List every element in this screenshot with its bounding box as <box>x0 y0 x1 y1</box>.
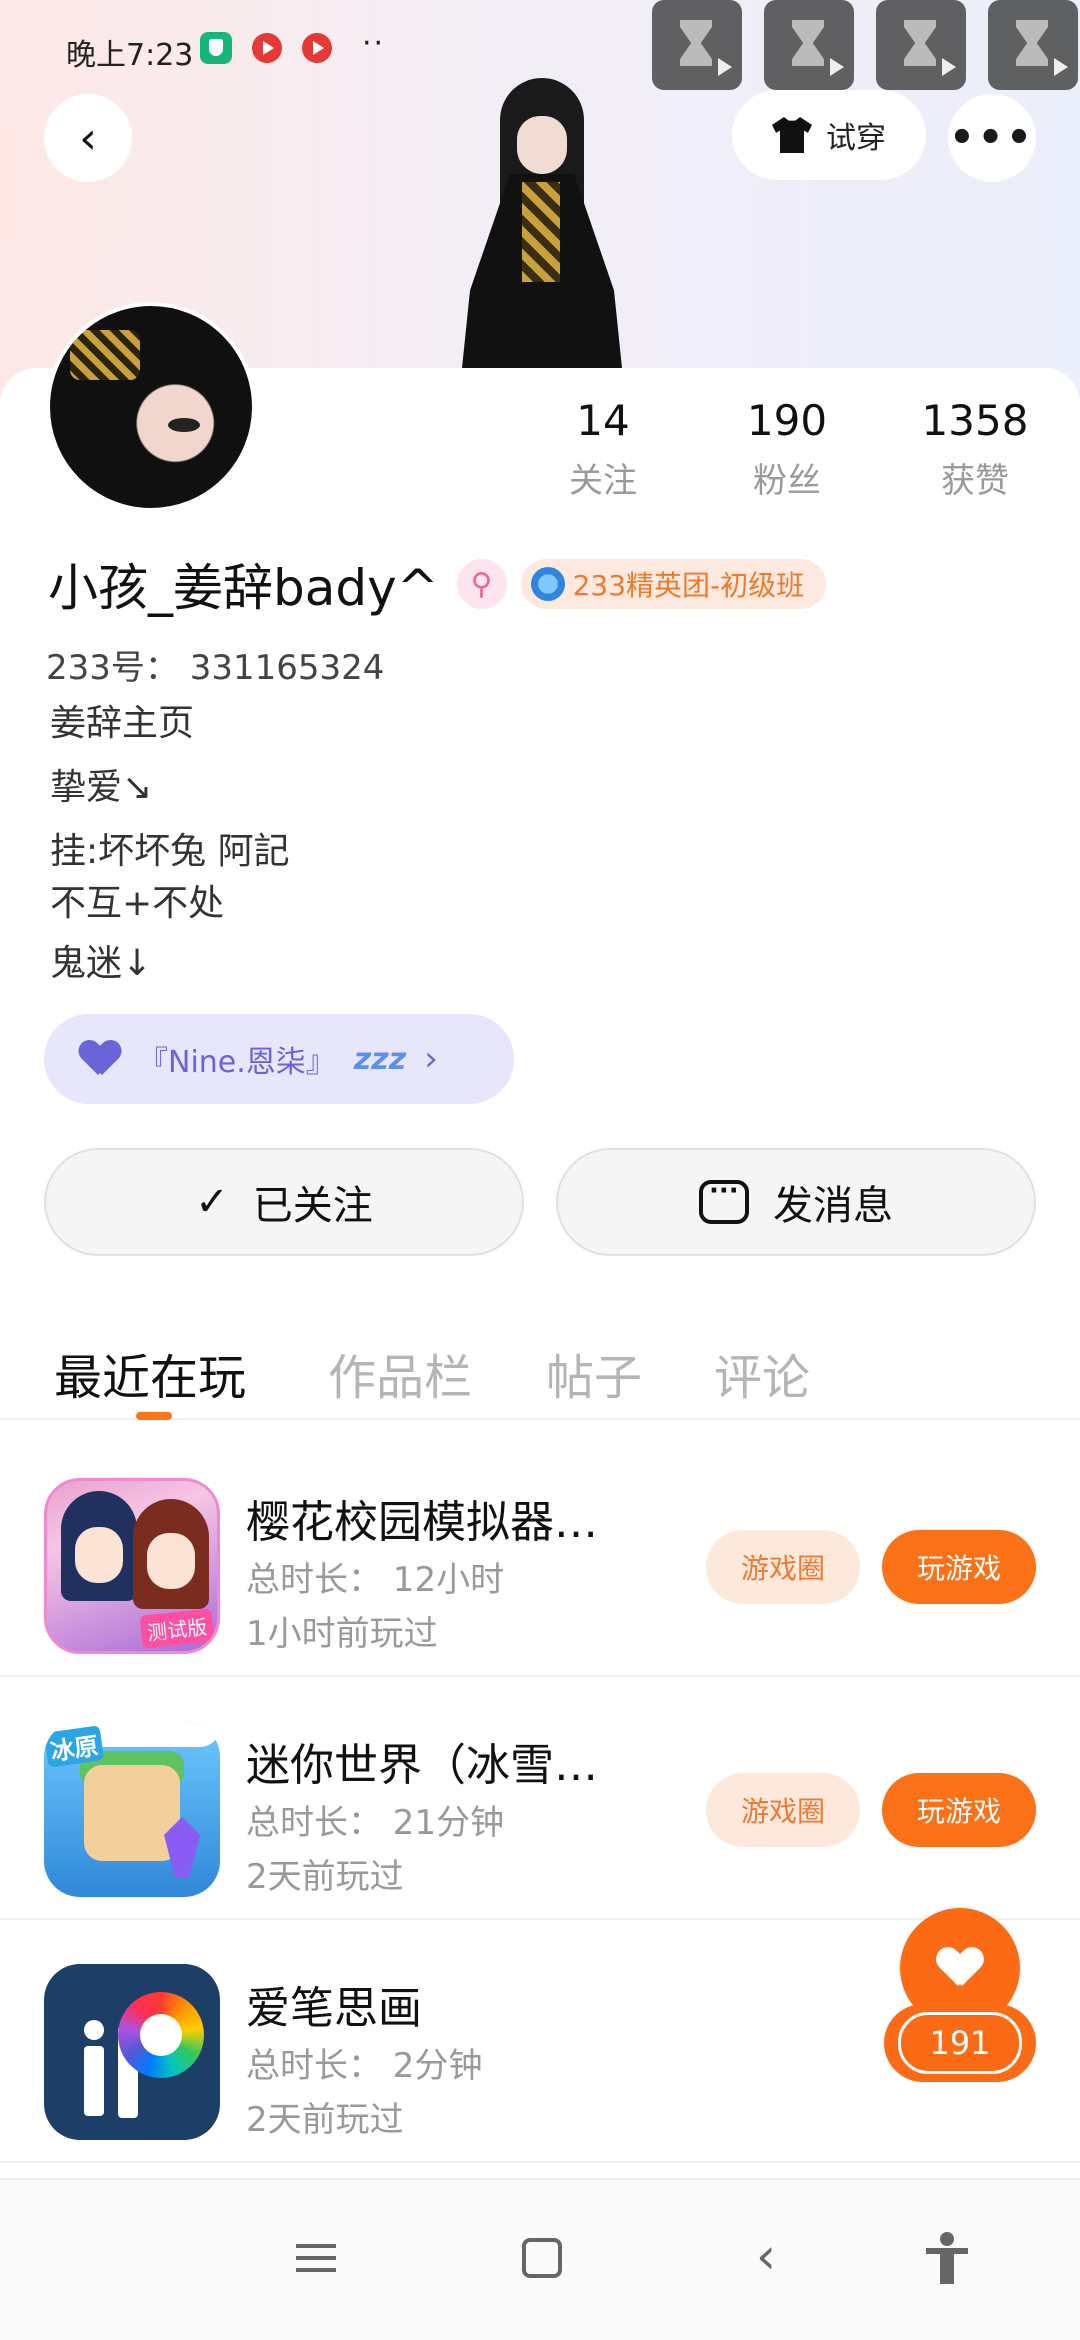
heart-icon <box>938 1948 982 1988</box>
tab-recently-played[interactable]: 最近在玩 <box>54 1338 246 1408</box>
like-count: 191 <box>898 2012 1022 2074</box>
badge-icon <box>530 567 565 601</box>
security-shield-icon <box>200 32 232 64</box>
followed-label: 已关注 <box>252 1183 373 1229</box>
system-navigation-bar: ‹ <box>0 2178 1080 2340</box>
stat-value: 14 <box>576 396 630 445</box>
stat-fans[interactable]: 190 粉丝 <box>712 396 862 502</box>
stat-likes[interactable]: 1358 获赞 <box>900 396 1050 502</box>
chat-bubble-icon <box>699 1176 749 1224</box>
accessibility-icon[interactable] <box>918 2228 978 2288</box>
video-app-icon <box>302 33 332 63</box>
bio-line: 挚爱↘ <box>50 767 153 808</box>
timer-icon[interactable] <box>876 0 966 90</box>
stat-value: 190 <box>746 396 828 445</box>
game-last-played: 2天前玩过 <box>246 1857 404 1897</box>
team-badge[interactable]: 233精英团-初级班 <box>520 559 827 609</box>
active-tab-indicator <box>136 1412 172 1420</box>
list-item[interactable]: 测试版 樱花校园模拟器… 总时长： 12小时 1小时前玩过 游戏圈 玩游戏 <box>0 1434 1080 1677</box>
home-square-icon[interactable] <box>512 2228 572 2288</box>
send-message-label: 发消息 <box>773 1183 893 1229</box>
profile-tabs: 最近在玩 作品栏 帖子 评论 <box>0 1320 1080 1420</box>
sleep-zzz-icon: zᴢᴢ <box>353 1041 407 1077</box>
stat-label: 关注 <box>569 461 637 501</box>
recent-apps-menu-icon[interactable] <box>286 2228 346 2288</box>
sakura-school-icon: 测试版 <box>44 1478 220 1654</box>
stat-label: 粉丝 <box>753 461 821 501</box>
stat-label: 获赞 <box>941 461 1009 501</box>
list-item[interactable]: 冰原 迷你世界（冰雪… 总时长： 21分钟 2天前玩过 游戏圈 玩游戏 <box>0 1677 1080 1920</box>
tab-works[interactable]: 作品栏 <box>328 1338 472 1408</box>
stat-value: 1358 <box>921 396 1029 445</box>
user-id: 233号： 331165324 <box>46 648 385 688</box>
more-notifications-icon: ·· <box>362 26 386 61</box>
try-on-button[interactable]: 试穿 <box>732 90 926 180</box>
back-button[interactable]: ‹ <box>44 94 132 182</box>
chevron-right-icon: › <box>424 1039 438 1079</box>
game-duration: 总时长： 12小时 <box>246 1560 505 1600</box>
bio-line: 姜辞主页 <box>50 703 195 744</box>
video-app-icon <box>252 33 282 63</box>
chevron-left-icon: ‹ <box>79 112 97 164</box>
followed-button[interactable]: ✓ 已关注 <box>44 1148 524 1256</box>
linked-user-label: 『Nine.恩柒』 <box>138 1045 336 1080</box>
ibis-paint-icon <box>44 1964 220 2140</box>
avatar[interactable] <box>46 302 256 512</box>
mini-world-icon: 冰原 <box>44 1721 220 1897</box>
more-dots-icon: ••• <box>949 115 1035 161</box>
play-game-button[interactable]: 玩游戏 <box>882 1530 1036 1604</box>
check-icon: ✓ <box>195 1179 229 1225</box>
more-options-button[interactable]: ••• <box>948 94 1036 182</box>
bio-line: 挂:坏坏兔 阿記 <box>50 831 290 872</box>
game-title: 樱花校园模拟器… <box>246 1497 598 1548</box>
tab-comments[interactable]: 评论 <box>714 1338 810 1408</box>
game-title: 迷你世界（冰雪… <box>246 1740 598 1791</box>
avatar-character-figure[interactable] <box>440 78 640 368</box>
timer-icon[interactable] <box>988 0 1078 90</box>
bio-line: 鬼迷↓ <box>50 943 153 984</box>
game-last-played: 2天前玩过 <box>246 2100 404 2140</box>
game-title: 爱笔思画 <box>246 1983 422 2034</box>
game-circle-button[interactable]: 游戏圈 <box>706 1530 860 1604</box>
gender-female-icon: ⚲ <box>456 559 507 609</box>
stat-following[interactable]: 14 关注 <box>528 396 678 502</box>
user-name: 小孩_姜辞bady^ <box>48 559 439 617</box>
game-duration: 总时长： 21分钟 <box>246 1803 505 1843</box>
like-count-pill: 191 <box>884 2004 1036 2082</box>
heart-icon <box>80 1041 120 1077</box>
icon-tag: 测试版 <box>139 1608 215 1649</box>
timer-icon[interactable] <box>764 0 854 90</box>
back-triangle-icon[interactable]: ‹ <box>736 2228 796 2288</box>
play-game-button[interactable]: 玩游戏 <box>882 1773 1036 1847</box>
team-badge-label: 233精英团-初级班 <box>572 569 805 602</box>
game-last-played: 1小时前玩过 <box>246 1614 438 1654</box>
game-duration: 总时长： 2分钟 <box>246 2046 483 2086</box>
bio-line: 不互+不处 <box>50 883 225 924</box>
linked-user-pill[interactable]: 『Nine.恩柒』 zᴢᴢ › <box>44 1014 514 1104</box>
name-row: 小孩_姜辞bady^ ⚲ 233精英团-初级班 <box>48 548 827 620</box>
send-message-button[interactable]: 发消息 <box>556 1148 1036 1256</box>
tab-posts[interactable]: 帖子 <box>546 1338 642 1408</box>
game-circle-button[interactable]: 游戏圈 <box>706 1773 860 1847</box>
like-button[interactable]: 191 <box>884 1908 1036 2088</box>
shirt-icon <box>772 117 812 153</box>
timer-icon[interactable] <box>652 0 742 90</box>
status-time: 晚上7:23 <box>66 38 194 73</box>
try-on-label: 试穿 <box>826 121 886 156</box>
